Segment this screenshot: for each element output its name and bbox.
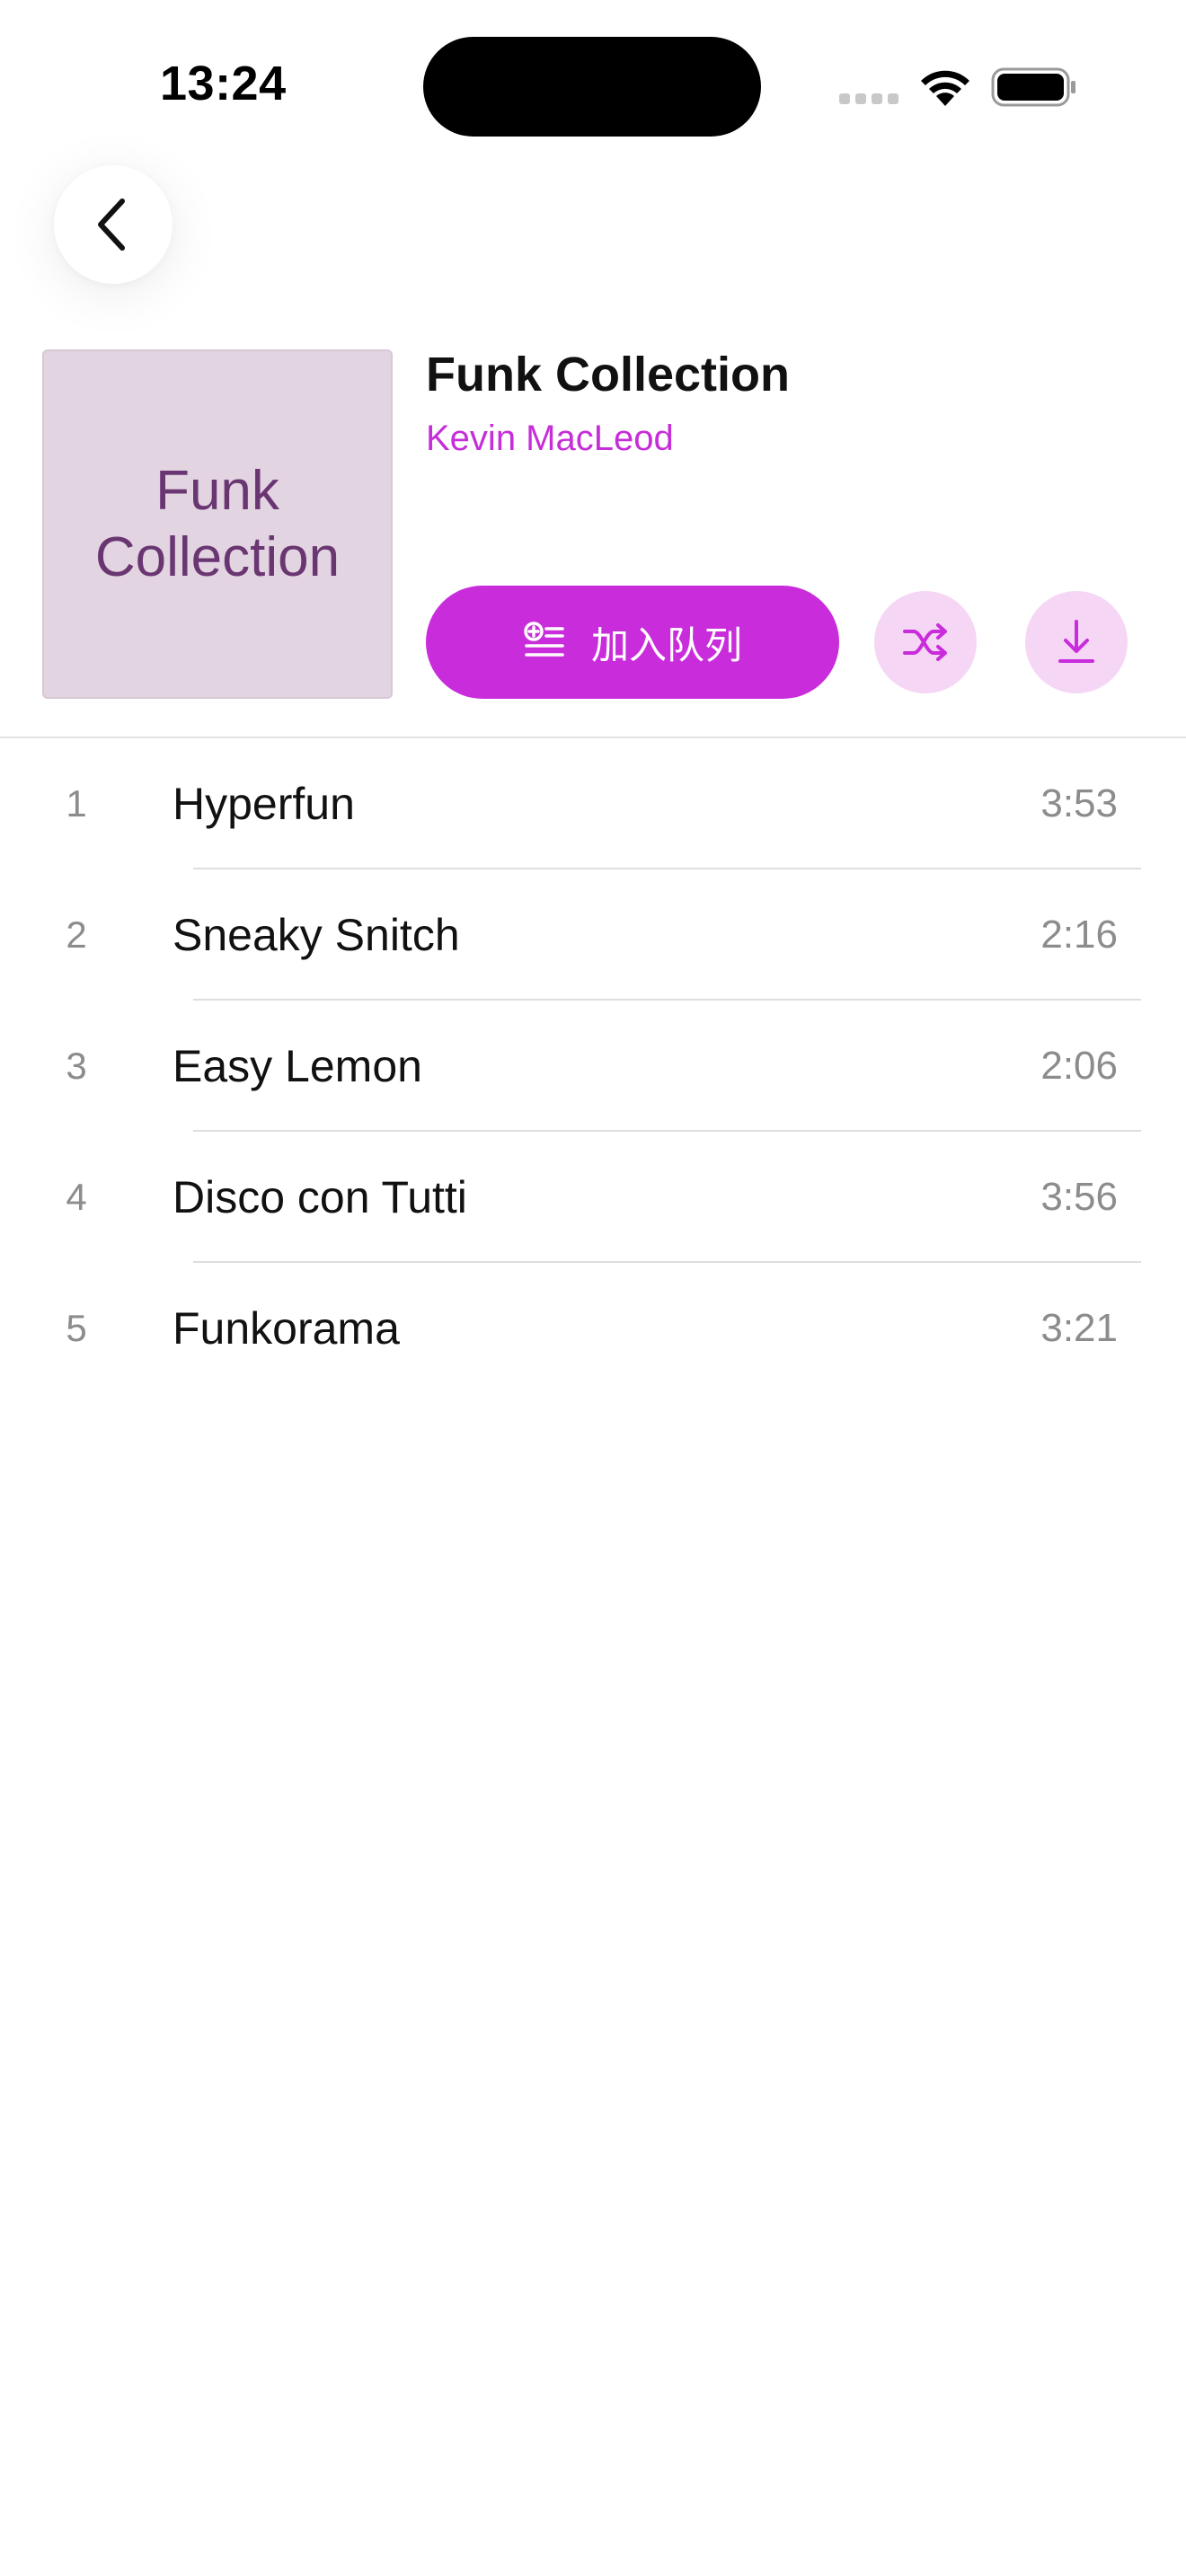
track-number: 4 [66, 1176, 87, 1218]
chevron-left-icon [98, 198, 125, 251]
wifi-icon [921, 70, 969, 106]
add-to-queue-label: 加入队列 [590, 623, 742, 666]
track-row[interactable]: 4 Disco con Tutti 3:56 [0, 1132, 1186, 1263]
add-to-queue-icon [524, 622, 564, 657]
download-button[interactable] [1025, 591, 1128, 693]
track-row[interactable]: 1 Hyperfun 3:53 [0, 738, 1186, 869]
track-title: Sneaky Snitch [173, 910, 460, 960]
track-duration: 2:16 [1040, 913, 1118, 957]
track-duration: 2:06 [1040, 1044, 1118, 1088]
shuffle-icon [903, 623, 947, 661]
track-title: Funkorama [173, 1303, 400, 1354]
track-title: Disco con Tutti [173, 1172, 467, 1222]
track-duration: 3:21 [1040, 1306, 1118, 1350]
album-artist-link[interactable]: Kevin MacLeod [426, 419, 674, 459]
dynamic-island [423, 37, 761, 137]
track-row[interactable]: 5 Funkorama 3:21 [0, 1263, 1186, 1394]
track-duration: 3:56 [1040, 1175, 1118, 1219]
track-title: Hyperfun [173, 779, 355, 829]
album-title: Funk Collection [426, 348, 790, 401]
track-number: 1 [66, 782, 87, 825]
track-number: 2 [66, 913, 87, 956]
back-button[interactable] [54, 165, 173, 284]
shuffle-button[interactable] [874, 591, 977, 693]
track-title: Easy Lemon [173, 1041, 422, 1091]
download-icon [1058, 620, 1094, 663]
album-artwork-text: Funk Collection [94, 459, 341, 588]
track-number: 5 [66, 1307, 87, 1349]
track-duration: 3:53 [1040, 781, 1118, 825]
track-row[interactable]: 3 Easy Lemon 2:06 [0, 1001, 1186, 1132]
cellular-signal-icon [839, 93, 900, 104]
track-list: 1 Hyperfun 3:53 2 Sneaky Snitch 2:16 3 E… [0, 738, 1186, 1394]
add-to-queue-button[interactable]: 加入队列 [426, 586, 839, 699]
album-artwork: Funk Collection [42, 349, 393, 699]
status-time: 13:24 [160, 57, 287, 110]
battery-icon [991, 67, 1075, 107]
track-number: 3 [66, 1045, 87, 1087]
track-row[interactable]: 2 Sneaky Snitch 2:16 [0, 869, 1186, 1001]
